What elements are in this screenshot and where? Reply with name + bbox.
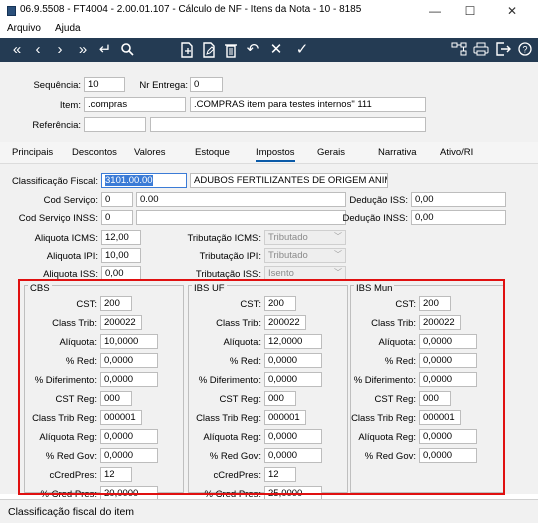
cod-servico-inss-description	[136, 210, 346, 225]
cod-servico-inss-label: Cod Serviço INSS:	[18, 213, 98, 224]
item-field[interactable]: .compras	[84, 97, 186, 112]
toolbar: « ‹ › » ↵ ↶ ✕ ✓ ?	[0, 38, 538, 62]
tab-bar: Principais Descontos Valores Estoque Imp…	[0, 142, 538, 164]
tributacao-ipi-value: Tributado	[268, 250, 308, 261]
deducao-inss-field[interactable]: 0,00	[411, 210, 506, 225]
chevron-down-icon: ﹀	[334, 250, 342, 259]
menu-arquivo[interactable]: Arquivo	[7, 23, 41, 34]
minimize-button[interactable]: —	[420, 2, 450, 20]
previous-record-icon[interactable]: ‹	[28, 40, 48, 60]
status-text: Classificação fiscal do item	[8, 506, 135, 518]
aliquota-ipi-field[interactable]: 10,00	[101, 248, 141, 263]
last-record-icon[interactable]: »	[72, 40, 94, 60]
confirm-icon[interactable]: ✓	[290, 40, 314, 60]
nr-entrega-label: Nr Entrega:	[139, 80, 188, 91]
aliquota-icms-field[interactable]: 12,00	[101, 230, 141, 245]
item-description: .COMPRAS item para testes internos" 111	[190, 97, 426, 112]
cod-servico-inss-field[interactable]: 0	[101, 210, 133, 225]
tributacao-ipi-label: Tributação IPI:	[199, 251, 261, 262]
class-fiscal-description: ADUBOS FERTILIZANTES DE ORIGEM ANIM	[190, 173, 388, 188]
cancel-icon[interactable]: ✕	[264, 40, 288, 60]
referencia-field[interactable]	[84, 117, 146, 132]
window-title: 06.9.5508 - FT4004 - 2.00.01.107 - Cálcu…	[20, 4, 362, 15]
class-fiscal-label: Classificação Fiscal:	[11, 176, 98, 187]
next-record-icon[interactable]: ›	[50, 40, 70, 60]
aliquota-ipi-label: Aliquota IPI:	[46, 251, 98, 262]
deducao-iss-field[interactable]: 0,00	[411, 192, 506, 207]
item-label: Item:	[59, 100, 81, 111]
edit-record-icon[interactable]	[198, 40, 220, 60]
cod-servico-label: Cod Serviço:	[43, 195, 98, 206]
tab-impostos[interactable]: Impostos	[256, 147, 295, 162]
tributacao-icms-label: Tributação ICMS:	[187, 233, 261, 244]
tributacao-icms-value: Tributado	[268, 232, 308, 243]
maximize-button[interactable]: ☐	[455, 2, 485, 20]
tab-valores[interactable]: Valores	[134, 147, 166, 158]
exit-icon[interactable]	[492, 40, 514, 60]
app-icon	[7, 6, 16, 16]
chevron-down-icon: ﹀	[334, 232, 342, 241]
tributacao-icms-select[interactable]: Tributado ﹀	[264, 230, 346, 245]
sequencia-field[interactable]: 10	[84, 77, 125, 92]
menu-ajuda[interactable]: Ajuda	[55, 23, 81, 34]
delete-icon[interactable]	[220, 40, 242, 60]
class-fiscal-value: 3101.00.00	[105, 175, 153, 186]
new-record-icon[interactable]	[176, 40, 198, 60]
tributacao-ipi-select[interactable]: Tributado ﹀	[264, 248, 346, 263]
search-icon[interactable]	[116, 40, 138, 60]
tab-narrativa[interactable]: Narrativa	[378, 147, 417, 158]
referencia-label: Referência:	[32, 120, 81, 131]
tab-principais[interactable]: Principais	[12, 147, 53, 158]
cod-servico-description: 0.00	[136, 192, 346, 207]
nr-entrega-field[interactable]: 0	[190, 77, 223, 92]
sequencia-label: Sequência:	[33, 80, 81, 91]
title-bar: 06.9.5508 - FT4004 - 2.00.01.107 - Cálcu…	[0, 0, 538, 22]
svg-text:?: ?	[522, 45, 527, 55]
status-bar: Classificação fiscal do item	[0, 499, 538, 523]
aliquota-icms-label: Aliquota ICMS:	[34, 233, 98, 244]
goto-record-icon[interactable]: ↵	[94, 40, 116, 60]
menu-bar: Arquivo Ajuda	[0, 22, 538, 38]
deducao-iss-label: Dedução ISS:	[349, 195, 408, 206]
chevron-down-icon: ﹀	[334, 268, 342, 277]
print-icon[interactable]	[470, 40, 492, 60]
referencia-description	[150, 117, 426, 132]
deducao-inss-label: Dedução INSS:	[342, 213, 408, 224]
tributacao-iss-value: Isento	[268, 268, 294, 279]
tab-ativo-ri[interactable]: Ativo/RI	[440, 147, 473, 158]
structure-icon[interactable]	[448, 40, 470, 60]
close-button[interactable]: ✕	[497, 2, 527, 20]
class-fiscal-field[interactable]: 3101.00.00	[101, 173, 187, 188]
cod-servico-field[interactable]: 0	[101, 192, 133, 207]
undo-icon[interactable]: ↶	[242, 40, 264, 60]
tab-descontos[interactable]: Descontos	[72, 147, 117, 158]
tab-gerais[interactable]: Gerais	[317, 147, 345, 158]
tab-estoque[interactable]: Estoque	[195, 147, 230, 158]
highlight-box	[18, 279, 505, 495]
first-record-icon[interactable]: «	[6, 40, 28, 60]
help-icon[interactable]: ?	[514, 40, 536, 60]
